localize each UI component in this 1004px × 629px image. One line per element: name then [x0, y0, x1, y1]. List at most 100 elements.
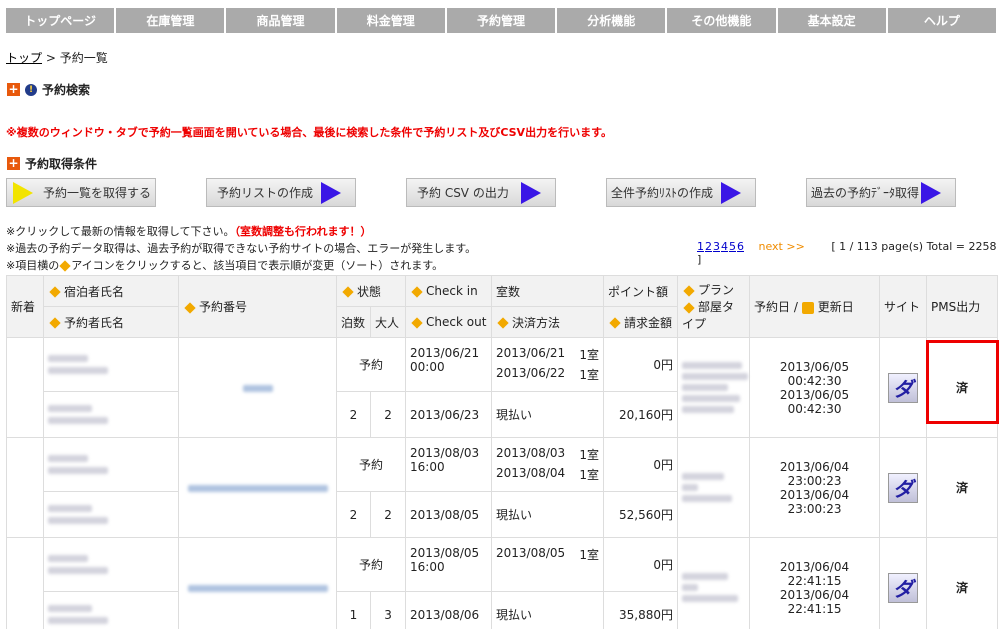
- page-link-2[interactable]: 2: [705, 240, 712, 253]
- plan-roomtype-cell: [677, 537, 751, 629]
- checkin-cell: 2013/06/21 00:00: [405, 337, 493, 392]
- pagination: 123456 next >> [ 1 / 113 page(s) Total =…: [697, 240, 1004, 266]
- nights-cell: 1: [336, 591, 371, 629]
- conditions-section-title[interactable]: + 予約取得条件: [7, 155, 97, 172]
- site-logo-icon[interactable]: ダ: [888, 572, 919, 603]
- nav-help[interactable]: ヘルプ: [887, 8, 996, 33]
- page-link-4[interactable]: 4: [721, 240, 728, 253]
- note-red-text: （室数調整も行われます！）: [234, 225, 372, 238]
- reservation-no-link[interactable]: [178, 337, 337, 438]
- header-dates[interactable]: 予約日 / 更新日: [749, 275, 881, 338]
- checkin-cell: 2013/08/03 16:00: [405, 437, 493, 492]
- nav-settings[interactable]: 基本設定: [777, 8, 886, 33]
- header-new: 新着: [6, 275, 44, 338]
- site-cell: ダ: [879, 537, 928, 629]
- header-checkout[interactable]: Check out: [405, 306, 493, 338]
- plan-roomtype-cell: [677, 437, 751, 538]
- checkin-cell: 2013/08/05 16:00: [405, 537, 493, 592]
- csv-export-button[interactable]: 予約 CSV の出力: [406, 178, 556, 207]
- nav-top-page[interactable]: トップページ: [6, 8, 115, 33]
- breadcrumb-separator: >: [42, 51, 60, 65]
- breadcrumb: トップ > 予約一覧: [6, 49, 108, 66]
- header-nights: 泊数: [336, 306, 371, 338]
- multi-window-warning: ※複数のウィンドウ・タブで予約一覧画面を開いている場合、最後に検索した条件で予約…: [6, 126, 612, 139]
- page-link-3[interactable]: 3: [713, 240, 720, 253]
- amount-cell: 52,560円: [603, 491, 679, 538]
- checkout-cell: 2013/08/06: [405, 591, 493, 629]
- booker-name-cell: [43, 491, 179, 538]
- create-list-label: 予約リストの作成: [217, 186, 314, 200]
- header-reservation-no[interactable]: 予約番号: [178, 275, 337, 338]
- pms-status-cell: 済: [926, 337, 999, 438]
- reservation-no-link[interactable]: [178, 537, 337, 629]
- sort-icon: [609, 317, 621, 329]
- search-section-title[interactable]: + ! 予約検索: [7, 81, 90, 98]
- nav-inventory[interactable]: 在庫管理: [116, 8, 225, 33]
- status-cell: 予約: [335, 437, 407, 492]
- payment-cell: 現払い: [491, 591, 605, 629]
- guest-name-cell: [43, 337, 179, 392]
- header-payment[interactable]: 決済方法: [491, 306, 605, 338]
- notes: ※クリックして最新の情報を取得して下さい。（室数調整も行われます！） ※過去の予…: [6, 223, 476, 274]
- play-arrow-icon: [721, 181, 742, 204]
- plan-roomtype-cell: [677, 337, 751, 438]
- past-data-label: 過去の予約ﾃﾞｰﾀ取得: [811, 186, 920, 200]
- sort-icon: [49, 317, 61, 329]
- page-link-1[interactable]: 1: [697, 240, 704, 253]
- payment-cell: 現払い: [491, 391, 605, 438]
- page-link-5[interactable]: 5: [729, 240, 736, 253]
- note-line-3: ※項目横の アイコンをクリックすると、該当項目で表示順が変更（ソート）されます。: [6, 259, 444, 272]
- header-status[interactable]: 状態: [335, 275, 407, 307]
- reservation-dates-cell: 2013/06/04 22:41:15 2013/06/04 22:41:15: [749, 537, 881, 629]
- site-cell: ダ: [879, 337, 928, 438]
- points-cell: 0円: [603, 337, 679, 392]
- nights-cell: 2: [336, 491, 371, 538]
- expand-plus-icon[interactable]: +: [7, 157, 20, 170]
- info-icon: !: [25, 83, 37, 96]
- sort-icon: [411, 285, 423, 298]
- csv-export-label: 予約 CSV の出力: [417, 186, 509, 200]
- table-row: 予約 2013/08/05 16:00 2013/08/05 1室 0円 2013…: [6, 537, 999, 629]
- play-arrow-icon: [520, 181, 541, 204]
- past-data-button[interactable]: 過去の予約ﾃﾞｰﾀ取得: [806, 178, 956, 207]
- calendar-sort-icon: [801, 301, 814, 314]
- header-booker-name[interactable]: 予約者氏名: [43, 306, 179, 338]
- nav-pricing[interactable]: 料金管理: [336, 8, 445, 33]
- site-logo-icon[interactable]: ダ: [888, 372, 919, 403]
- header-billing[interactable]: 請求金額: [603, 306, 679, 338]
- reservation-no-link[interactable]: [178, 437, 337, 538]
- nights-cell: 2: [336, 391, 371, 438]
- play-arrow-icon: [13, 181, 33, 204]
- next-page-link[interactable]: next >>: [759, 240, 805, 253]
- nav-reservations[interactable]: 予約管理: [446, 8, 556, 33]
- header-plan-roomtype[interactable]: プラン 部屋タイプ: [677, 275, 751, 338]
- new-flag-cell: [6, 437, 44, 538]
- site-logo-icon[interactable]: ダ: [888, 472, 919, 503]
- amount-cell: 20,160円: [603, 391, 679, 438]
- header-points: ポイント額: [603, 275, 679, 307]
- create-all-list-button[interactable]: 全件予約ﾘｽﾄの作成: [606, 178, 756, 207]
- header-guest-name[interactable]: 宿泊者氏名: [43, 275, 179, 307]
- create-all-list-label: 全件予約ﾘｽﾄの作成: [611, 186, 714, 200]
- site-cell: ダ: [879, 437, 928, 538]
- fetch-reservations-button[interactable]: 予約一覧を取得する: [6, 178, 156, 207]
- breadcrumb-home-link[interactable]: トップ: [6, 51, 42, 65]
- booker-name-cell: [43, 391, 179, 438]
- page-link-6[interactable]: 6: [737, 240, 744, 253]
- search-title-text: 予約検索: [42, 83, 91, 97]
- adults-cell: 2: [369, 391, 407, 438]
- table-row: 予約 2013/08/03 16:00 2013/08/03 1室 2013/08…: [6, 437, 999, 538]
- nav-analytics[interactable]: 分析機能: [557, 8, 666, 33]
- sort-icon: [184, 301, 196, 314]
- sort-icon: [49, 286, 61, 298]
- fetch-reservations-label: 予約一覧を取得する: [43, 186, 152, 200]
- guest-name-cell: [43, 537, 179, 592]
- nav-products[interactable]: 商品管理: [226, 8, 335, 33]
- create-list-button[interactable]: 予約リストの作成: [206, 178, 356, 207]
- room-dates-cell: 2013/08/05 1室: [491, 537, 605, 592]
- nav-other[interactable]: その他機能: [667, 8, 776, 33]
- note-line-1: ※クリックして最新の情報を取得して下さい。（室数調整も行われます！）: [6, 225, 372, 238]
- expand-plus-icon[interactable]: +: [7, 83, 20, 96]
- header-checkin[interactable]: Check in: [405, 275, 493, 307]
- room-dates-cell: 2013/08/03 1室 2013/08/04 1室: [491, 437, 605, 492]
